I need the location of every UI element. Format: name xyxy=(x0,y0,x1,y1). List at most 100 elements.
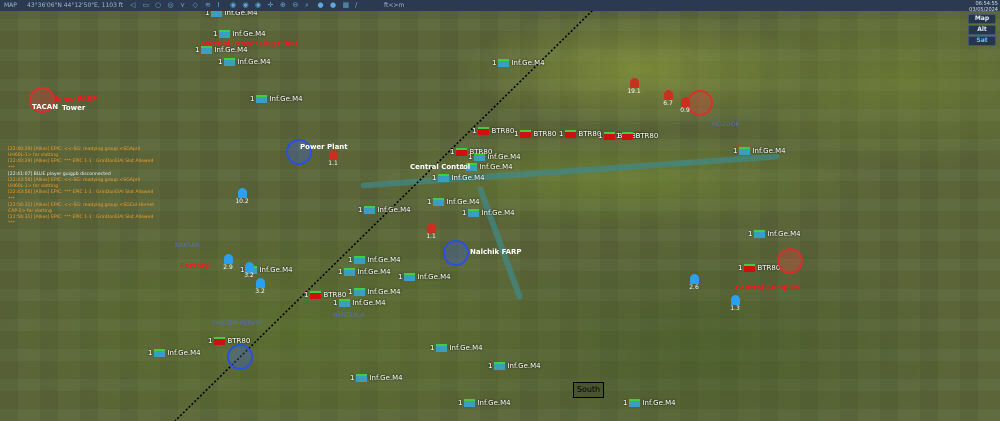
network-icon[interactable]: ⋎ xyxy=(180,0,185,11)
unit-apc[interactable]: 1BTR80 xyxy=(304,291,346,299)
units-toggle[interactable]: ft<>m xyxy=(384,0,404,11)
sam-site[interactable]: 10.2 xyxy=(232,188,252,205)
crosshair-icon[interactable]: ✛ xyxy=(268,0,274,11)
map-label-tower: Tower xyxy=(62,104,86,112)
zoom-out-icon[interactable]: ⊖ xyxy=(293,0,299,11)
unit-infantry[interactable]: 1 Inf.Ge.M4 xyxy=(348,256,401,264)
friendly-ring[interactable] xyxy=(227,344,253,370)
unit-infantry[interactable]: 1 Inf.Ge.M4 xyxy=(338,268,391,276)
unit-infantry[interactable]: 1 Inf.Ge.M4 xyxy=(462,209,515,217)
infantry-icon xyxy=(354,256,366,264)
unit-apc[interactable]: 1BTR80 xyxy=(559,130,601,138)
unit-label: Inf.Ge.M4 xyxy=(449,344,483,352)
sam-site[interactable]: 1.1 xyxy=(421,223,441,240)
search-icon[interactable]: ⌕ xyxy=(305,0,309,11)
unit-count: 1 xyxy=(598,132,603,140)
unit-count: 1 xyxy=(427,198,432,206)
unit-infantry[interactable]: 1 Inf.Ge.M4 xyxy=(733,147,786,155)
unit-apc[interactable]: 1BTR80 xyxy=(472,127,514,135)
sam-site[interactable]: 19.1 xyxy=(624,78,644,95)
send-icon[interactable]: ◁ xyxy=(130,0,135,11)
unit-apc[interactable]: 1BTR80 xyxy=(450,148,492,156)
sam-icon xyxy=(223,254,233,264)
unit-apc[interactable]: 1BTR80 xyxy=(738,264,780,272)
unit-icon[interactable]: ▭ xyxy=(143,0,150,11)
sam-site[interactable]: 1.3 xyxy=(725,295,745,312)
unit-infantry[interactable]: 1 Inf.Ge.M4 xyxy=(348,288,401,296)
sam-site[interactable]: 1.1 xyxy=(323,150,343,167)
unit-apc[interactable]: 1BTR80 xyxy=(514,130,556,138)
threat-ring[interactable] xyxy=(777,248,803,274)
unit-infantry[interactable]: 1 Inf.Ge.M4 xyxy=(623,399,676,407)
unit-infantry[interactable]: 1 Inf.Ge.M4 xyxy=(458,399,511,407)
apc-icon xyxy=(520,130,532,138)
threat-range: 19.1 xyxy=(627,88,641,95)
vehicle-icon[interactable]: ◎ xyxy=(168,0,174,11)
sam-icon xyxy=(426,223,436,233)
unit-count: 1 xyxy=(514,130,519,138)
clock: 06:54:55 03/05/2024 xyxy=(969,1,998,13)
diamond-icon[interactable]: ◇ xyxy=(193,0,198,11)
place-name: NARTKALA xyxy=(333,312,365,319)
sam-site[interactable]: 2.9 xyxy=(218,254,238,271)
unit-label: Inf.Ge.M4 xyxy=(369,374,403,382)
alt-view-button[interactable]: Alt xyxy=(968,25,996,35)
infantry-icon xyxy=(364,206,376,214)
sam-site[interactable]: 2.6 xyxy=(684,274,704,291)
unit-apc[interactable]: 1 BTR80 xyxy=(616,132,658,140)
unit-count: 1 xyxy=(333,299,338,307)
sam-site[interactable]: 0.9 xyxy=(675,97,695,114)
unit-infantry[interactable]: 1 Inf.Ge.M4 xyxy=(218,58,271,66)
radar-selected-icon[interactable]: ◉ xyxy=(243,0,249,11)
zoom-in-icon[interactable]: ⊕ xyxy=(280,0,286,11)
unit-infantry[interactable]: 1 Inf.Ge.M4 xyxy=(333,299,386,307)
unit-label: BTR80 xyxy=(469,148,493,156)
unit-count: 1 xyxy=(616,132,621,140)
radar-alt-icon[interactable]: ◉ xyxy=(255,0,261,11)
apc-icon xyxy=(478,127,490,135)
sam-site[interactable]: 3.2 xyxy=(239,262,259,279)
infantry-icon xyxy=(339,299,351,307)
unit-infantry[interactable]: 1 Inf.Ge.M4 xyxy=(430,344,483,352)
grid-icon[interactable]: ▦ xyxy=(343,0,350,11)
map-view-button[interactable]: Map xyxy=(968,14,996,24)
unit-infantry[interactable]: 1 Inf.Ge.M4 xyxy=(432,174,485,182)
unit-count: 1 xyxy=(218,58,223,66)
map-label-farp2: Nalchik FARP xyxy=(470,248,522,256)
unit-label: Inf.Ge.M4 xyxy=(752,147,786,155)
unit-label: BTR80 xyxy=(635,132,659,140)
infantry-icon xyxy=(629,399,641,407)
unit-infantry[interactable]: 1 Inf.Ge.M4 xyxy=(350,374,403,382)
unit-infantry[interactable]: 1 Inf.Ge.M4 xyxy=(488,362,541,370)
circle-icon[interactable]: ○ xyxy=(155,0,161,11)
ruler-icon[interactable]: / xyxy=(355,0,357,11)
unit-label: Inf.Ge.M4 xyxy=(767,230,801,238)
unit-infantry[interactable]: 1 Inf.Ge.M4 xyxy=(213,30,266,38)
unit-label: Inf.Ge.M4 xyxy=(237,58,271,66)
tower-icon[interactable]: I xyxy=(218,0,220,11)
radar-icon[interactable]: ◉ xyxy=(230,0,236,11)
infantry-icon xyxy=(438,174,450,182)
apc-icon xyxy=(744,264,756,272)
unit-count: 1 xyxy=(559,130,564,138)
unit-infantry[interactable]: 1 Inf.Ge.M4 xyxy=(427,198,480,206)
globe-icon[interactable]: ● xyxy=(318,0,324,11)
unit-infantry[interactable]: 1 Inf.Ge.M4 xyxy=(748,230,801,238)
unit-label: Inf.Ge.M4 xyxy=(269,95,303,103)
apc-icon xyxy=(310,291,322,299)
sphere-icon[interactable]: ● xyxy=(330,0,336,11)
unit-infantry[interactable]: 1 Inf.Ge.M4 xyxy=(492,59,545,67)
sat-view-button[interactable]: Sat xyxy=(968,36,996,46)
chat-log: [22:40:29] [Allies] EPIC: <<-SG: readyin… xyxy=(8,147,158,228)
apc-icon xyxy=(214,337,226,345)
unit-infantry[interactable]: 1 Inf.Ge.M4 xyxy=(148,349,201,357)
unit-label: Inf.Ge.M4 xyxy=(479,163,513,171)
unit-infantry[interactable]: 1 Inf.Ge.M4 xyxy=(358,206,411,214)
log-line: [22:40:29] [Allies] EPIC: <<-SG: readyin… xyxy=(8,147,141,159)
sam-site[interactable]: 3.2 xyxy=(250,278,270,295)
friendly-ring[interactable] xyxy=(443,240,469,266)
wifi-icon[interactable]: ≋ xyxy=(205,0,211,11)
unit-infantry[interactable]: 1 Inf.Ge.M4 xyxy=(250,95,303,103)
log-line: [22:56:31] [Allies] EPIC: <<-SG: readyin… xyxy=(8,202,155,215)
unit-infantry[interactable]: 1 Inf.Ge.M4 xyxy=(398,273,451,281)
